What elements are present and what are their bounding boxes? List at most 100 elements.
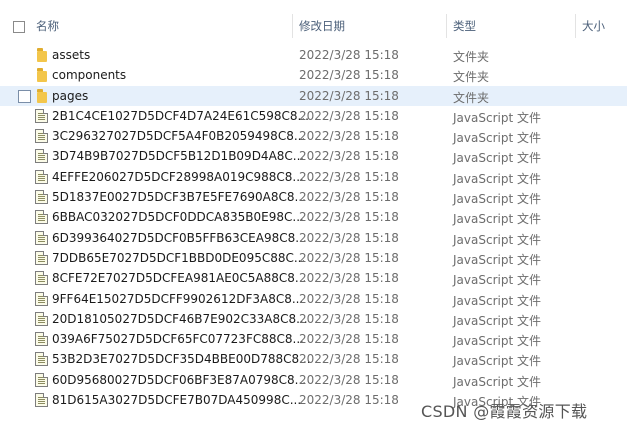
js-file-icon	[35, 291, 48, 306]
folder-row[interactable]: components 2022/3/28 15:18 文件夹	[0, 65, 627, 85]
file-list: assets 2022/3/28 15:18 文件夹 components 2022/3…	[0, 45, 627, 410]
file-row[interactable]: 039A6F75027D5DCF65FC07723FC88C8... 2022/3…	[0, 329, 627, 349]
file-type: JavaScript 文件	[453, 334, 541, 349]
file-name: 2B1C4CE1027D5DCF4D7A24E61C598C8...	[52, 108, 309, 123]
file-row[interactable]: 6D399364027D5DCF0B5FFB63CEA98C8... 2022/3…	[0, 228, 627, 248]
js-file-icon	[35, 129, 48, 144]
column-divider[interactable]	[575, 14, 576, 38]
file-date-modified: 2022/3/28 15:18	[299, 88, 399, 103]
file-type: JavaScript 文件	[453, 171, 541, 186]
row-checkbox[interactable]	[18, 89, 31, 103]
file-row[interactable]: 5D1837E0027D5DCF3B7E5FE7690A8C8... 2022/3…	[0, 187, 627, 207]
file-type: JavaScript 文件	[453, 232, 541, 247]
file-name: 039A6F75027D5DCF65FC07723FC88C8...	[52, 332, 304, 347]
file-name: 81D615A3027D5DCFE7B07DA450998C...	[52, 393, 302, 408]
file-date-modified: 2022/3/28 15:18	[299, 108, 399, 123]
js-file-icon	[35, 332, 48, 347]
file-type: JavaScript 文件	[453, 313, 541, 328]
file-date-modified: 2022/3/28 15:18	[299, 129, 399, 144]
file-type: 文件夹	[453, 70, 490, 85]
file-type: JavaScript 文件	[453, 374, 541, 389]
column-divider[interactable]	[292, 14, 293, 38]
file-name: 3C296327027D5DCF5A4F0B2059498C8...	[52, 129, 306, 144]
folder-icon	[37, 48, 47, 62]
file-date-modified: 2022/3/28 15:18	[299, 332, 399, 347]
file-row[interactable]: 9FF64E15027D5DCFF9902612DF3A8C8... 2022/3…	[0, 289, 627, 309]
file-type: JavaScript 文件	[453, 192, 541, 207]
file-name: 4EFFE206027D5DCF28998A019C988C8...	[52, 169, 304, 184]
file-date-modified: 2022/3/28 15:18	[299, 169, 399, 184]
file-name: pages	[52, 88, 89, 103]
js-file-icon	[35, 190, 48, 205]
js-file-icon	[35, 352, 48, 367]
column-header-type[interactable]: 类型	[453, 18, 476, 34]
column-header-bar: 名称 修改日期 类型 大小	[0, 14, 627, 38]
file-type: JavaScript 文件	[453, 273, 541, 288]
file-date-modified: 2022/3/28 15:18	[299, 210, 399, 225]
file-date-modified: 2022/3/28 15:18	[299, 250, 399, 265]
js-file-icon	[35, 393, 48, 408]
js-file-icon	[35, 169, 48, 184]
file-name: 8CFE72E7027D5DCFEA981AE0C5A88C8...	[52, 271, 307, 286]
file-date-modified: 2022/3/28 15:18	[299, 190, 399, 205]
js-file-icon	[35, 311, 48, 326]
js-file-icon	[35, 250, 48, 265]
folder-row[interactable]: pages 2022/3/28 15:18 文件夹	[0, 85, 627, 106]
js-file-icon	[35, 230, 48, 245]
file-date-modified: 2022/3/28 15:18	[299, 230, 399, 245]
column-header-date-modified[interactable]: 修改日期	[299, 18, 345, 34]
file-row[interactable]: 8CFE72E7027D5DCFEA981AE0C5A88C8... 2022/3…	[0, 268, 627, 288]
file-date-modified: 2022/3/28 15:18	[299, 271, 399, 286]
js-file-icon	[35, 372, 48, 387]
file-row[interactable]: 3D74B9B7027D5DCF5B12D1B09D4A8C... 2022/3/…	[0, 146, 627, 166]
file-name: 60D95680027D5DCF06BF3E87A0798C8...	[52, 372, 307, 387]
folder-icon	[37, 88, 47, 103]
file-date-modified: 2022/3/28 15:18	[299, 311, 399, 326]
folder-icon	[37, 68, 47, 83]
file-name: 6BBAC032027D5DCF0DDCA835B0E98C...	[52, 210, 304, 225]
column-header-name[interactable]: 名称	[36, 18, 59, 34]
file-date-modified: 2022/3/28 15:18	[299, 291, 399, 306]
js-file-icon	[35, 108, 48, 123]
file-name: 7DDB65E7027D5DCF1BBD0DE095C88C...	[52, 250, 306, 265]
watermark-text: CSDN @霞霞资源下载	[421, 402, 588, 421]
column-divider[interactable]	[446, 14, 447, 38]
folder-row[interactable]: assets 2022/3/28 15:18 文件夹	[0, 45, 627, 65]
file-date-modified: 2022/3/28 15:18	[299, 352, 399, 367]
file-name: 3D74B9B7027D5DCF5B12D1B09D4A8C...	[52, 149, 305, 164]
file-date-modified: 2022/3/28 15:18	[299, 393, 399, 408]
file-date-modified: 2022/3/28 15:18	[299, 48, 399, 62]
file-type: JavaScript 文件	[453, 131, 541, 146]
file-name: 5D1837E0027D5DCF3B7E5FE7690A8C8...	[52, 190, 306, 205]
file-type: JavaScript 文件	[453, 212, 541, 227]
file-date-modified: 2022/3/28 15:18	[299, 372, 399, 387]
column-header-size[interactable]: 大小	[582, 18, 605, 34]
file-row[interactable]: 60D95680027D5DCF06BF3E87A0798C8... 2022/3…	[0, 370, 627, 390]
js-file-icon	[35, 210, 48, 225]
file-row[interactable]: 7DDB65E7027D5DCF1BBD0DE095C88C... 2022/3/…	[0, 248, 627, 268]
file-type: JavaScript 文件	[453, 110, 541, 125]
file-name: 20D18105027D5DCF46B7E902C33A8C8...	[52, 311, 308, 326]
file-row[interactable]: 20D18105027D5DCF46B7E902C33A8C8... 2022/3…	[0, 309, 627, 329]
file-name: components	[52, 68, 127, 83]
file-row[interactable]: 6BBAC032027D5DCF0DDCA835B0E98C... 2022/3/…	[0, 207, 627, 227]
file-row[interactable]: 53B2D3E7027D5DCF35D4BBE00D788C8... 2022/3…	[0, 349, 627, 369]
file-name: 9FF64E15027D5DCFF9902612DF3A8C8...	[52, 291, 304, 306]
file-row[interactable]: 4EFFE206027D5DCF28998A019C988C8... 2022/3…	[0, 167, 627, 187]
file-name: 53B2D3E7027D5DCF35D4BBE00D788C8...	[52, 352, 311, 367]
file-type: JavaScript 文件	[453, 252, 541, 267]
file-type: 文件夹	[453, 50, 490, 64]
js-file-icon	[35, 271, 48, 286]
file-type: JavaScript 文件	[453, 151, 541, 166]
file-type: JavaScript 文件	[453, 354, 541, 369]
file-name: assets	[52, 48, 91, 62]
file-name: 6D399364027D5DCF0B5FFB63CEA98C8...	[52, 230, 307, 245]
file-type: JavaScript 文件	[453, 293, 541, 308]
js-file-icon	[35, 149, 48, 164]
file-row[interactable]: 2B1C4CE1027D5DCF4D7A24E61C598C8... 2022/3…	[0, 106, 627, 126]
file-type: 文件夹	[453, 90, 490, 105]
file-row[interactable]: 3C296327027D5DCF5A4F0B2059498C8... 2022/3…	[0, 126, 627, 146]
select-all-checkbox[interactable]	[13, 21, 25, 33]
file-date-modified: 2022/3/28 15:18	[299, 149, 399, 164]
file-date-modified: 2022/3/28 15:18	[299, 68, 399, 83]
